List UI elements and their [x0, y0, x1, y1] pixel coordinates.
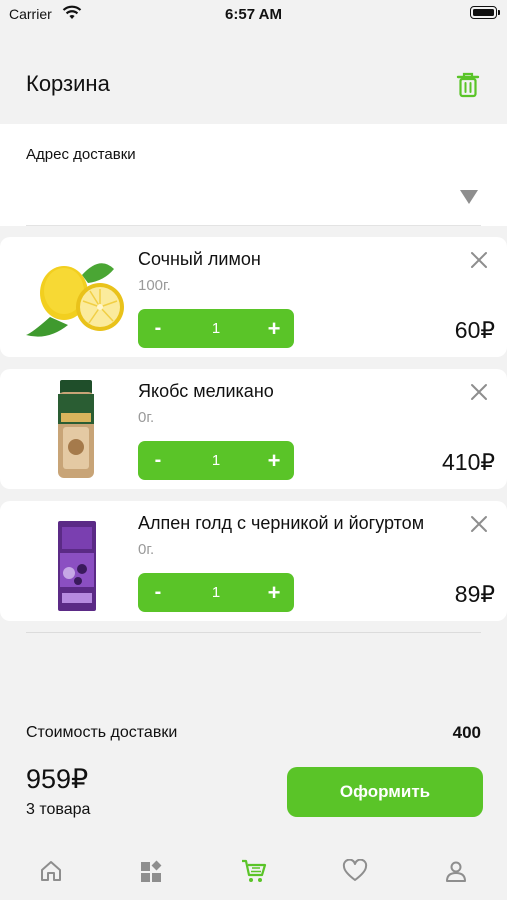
quantity-value: 1	[211, 320, 221, 337]
product-name: Якобс меликано	[138, 381, 274, 401]
cart-item: Сочный лимон 100г. - 1 + 60₽	[0, 237, 507, 357]
home-icon	[41, 861, 61, 881]
battery-icon	[470, 6, 500, 19]
tab-profile[interactable]	[442, 857, 470, 885]
status-time: 6:57 AM	[225, 6, 282, 23]
delivery-cost-value: 400	[452, 723, 481, 742]
increase-quantity-button[interactable]: +	[254, 573, 294, 612]
quantity-value: 1	[211, 584, 221, 601]
heart-icon	[342, 859, 368, 881]
product-image-coffee-jar	[22, 377, 132, 481]
catalog-icon	[141, 860, 162, 882]
decrease-quantity-button[interactable]: -	[138, 441, 178, 480]
delivery-cost-label: Стоимость доставки	[26, 724, 178, 741]
product-weight: 100г.	[138, 277, 171, 294]
items-count: 3 товара	[26, 801, 91, 818]
tab-cart[interactable]	[240, 857, 268, 885]
divider	[26, 225, 481, 226]
total-price: 959₽	[26, 764, 89, 794]
product-image-chocolate-bar	[22, 509, 132, 613]
page-title: Корзина	[26, 71, 110, 96]
decrease-quantity-button[interactable]: -	[138, 573, 178, 612]
product-price: 60₽	[454, 317, 495, 343]
cart-item: Якобс меликано 0г. - 1 + 410₽	[0, 369, 507, 489]
cart-item: Алпен голд с черникой и йогуртом 0г. - 1…	[0, 501, 507, 621]
user-icon	[446, 861, 466, 882]
trash-icon	[456, 72, 480, 98]
product-name: Сочный лимон	[138, 249, 261, 269]
cart-icon	[242, 859, 267, 882]
quantity-stepper: - 1 +	[138, 309, 294, 348]
tab-catalog[interactable]	[137, 857, 165, 885]
product-price: 89₽	[454, 581, 495, 607]
quantity-stepper: - 1 +	[138, 441, 294, 480]
increase-quantity-button[interactable]: +	[254, 309, 294, 348]
product-image-lemon	[22, 245, 132, 349]
close-icon	[471, 516, 487, 532]
close-icon	[471, 252, 487, 268]
quantity-value: 1	[211, 452, 221, 469]
address-label: Адрес доставки	[26, 146, 136, 163]
delivery-address-section[interactable]: Адрес доставки	[0, 124, 507, 226]
clear-cart-button[interactable]	[455, 71, 481, 99]
remove-item-button[interactable]	[470, 251, 488, 269]
status-bar: Carrier 6:57 AM	[0, 0, 507, 30]
tab-home[interactable]	[37, 857, 65, 885]
product-weight: 0г.	[138, 409, 155, 426]
increase-quantity-button[interactable]: +	[254, 441, 294, 480]
checkout-button[interactable]: Оформить	[287, 767, 483, 817]
header: Корзина	[0, 55, 507, 115]
remove-item-button[interactable]	[470, 383, 488, 401]
product-name: Алпен голд с черникой и йогуртом	[138, 513, 425, 533]
divider	[26, 632, 481, 633]
tab-favorites[interactable]	[341, 857, 369, 885]
product-price: 410₽	[441, 449, 495, 475]
close-icon	[471, 384, 487, 400]
remove-item-button[interactable]	[470, 515, 488, 533]
product-weight: 0г.	[138, 541, 155, 558]
tab-bar	[0, 845, 507, 900]
dropdown-triangle-icon[interactable]	[460, 190, 478, 204]
quantity-stepper: - 1 +	[138, 573, 294, 612]
decrease-quantity-button[interactable]: -	[138, 309, 178, 348]
